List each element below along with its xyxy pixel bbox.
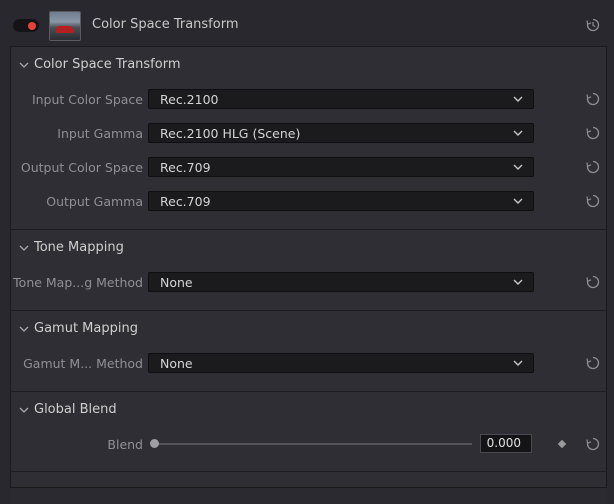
node-title: Color Space Transform xyxy=(92,17,239,32)
chevron-down-icon xyxy=(513,164,523,170)
section-title-text: Tone Mapping xyxy=(34,240,124,255)
panel-footer xyxy=(10,488,607,504)
output-color-space-label: Output Color Space xyxy=(20,160,143,175)
node-thumbnail xyxy=(49,11,81,41)
input-color-space-reset-icon[interactable] xyxy=(586,92,600,106)
blend-reset-icon[interactable] xyxy=(586,437,600,451)
section-divider xyxy=(10,310,607,311)
input-gamma-dropdown[interactable]: Rec.2100 HLG (Scene) xyxy=(148,123,534,143)
header-reset-icon[interactable] xyxy=(586,18,600,32)
input-color-space-label: Input Color Space xyxy=(31,92,143,107)
section-gamut-mapping[interactable]: Gamut Mapping xyxy=(19,321,138,336)
gamut-mapping-reset-icon[interactable] xyxy=(586,356,600,370)
chevron-down-icon xyxy=(513,96,523,102)
enable-toggle[interactable] xyxy=(13,19,39,32)
chevron-down-icon xyxy=(513,130,523,136)
dropdown-value: Rec.709 xyxy=(160,194,211,209)
chevron-down-icon xyxy=(513,279,523,285)
section-divider xyxy=(10,471,607,472)
chevron-down-icon xyxy=(19,62,29,68)
output-gamma-label: Output Gamma xyxy=(46,194,143,209)
output-gamma-dropdown[interactable]: Rec.709 xyxy=(148,191,534,211)
blend-slider-handle[interactable] xyxy=(150,439,159,448)
input-gamma-reset-icon[interactable] xyxy=(586,126,600,140)
dropdown-value: Rec.2100 HLG (Scene) xyxy=(160,126,301,141)
dropdown-value: Rec.2100 xyxy=(160,92,219,107)
blend-label: Blend xyxy=(107,437,143,452)
tone-mapping-method-dropdown[interactable]: None xyxy=(148,272,534,292)
toggle-indicator xyxy=(28,21,36,30)
input-gamma-label: Input Gamma xyxy=(57,126,143,141)
dropdown-value: None xyxy=(160,356,193,371)
section-divider xyxy=(10,391,607,392)
section-title-text: Gamut Mapping xyxy=(34,321,138,336)
section-color-space-transform[interactable]: Color Space Transform xyxy=(19,57,181,72)
chevron-down-icon xyxy=(19,245,29,251)
chevron-down-icon xyxy=(19,407,29,413)
dropdown-value: Rec.709 xyxy=(160,160,211,175)
blend-slider-track[interactable] xyxy=(154,443,472,445)
section-title-text: Global Blend xyxy=(34,402,117,417)
settings-panel xyxy=(10,46,607,488)
blend-value-field[interactable]: 0.000 xyxy=(480,434,532,453)
tone-mapping-method-label: Tone Map...g Method xyxy=(13,275,143,290)
node-header: Color Space Transform xyxy=(0,0,614,46)
chevron-down-icon xyxy=(513,360,523,366)
dropdown-value: None xyxy=(160,275,193,290)
output-color-space-reset-icon[interactable] xyxy=(586,160,600,174)
gamut-mapping-method-dropdown[interactable]: None xyxy=(148,353,534,373)
tone-mapping-reset-icon[interactable] xyxy=(586,275,600,289)
chevron-down-icon xyxy=(19,326,29,332)
gamut-mapping-method-label: Gamut M... Method xyxy=(23,356,143,371)
input-color-space-dropdown[interactable]: Rec.2100 xyxy=(148,89,534,109)
output-color-space-dropdown[interactable]: Rec.709 xyxy=(148,157,534,177)
output-gamma-reset-icon[interactable] xyxy=(586,194,600,208)
chevron-down-icon xyxy=(513,198,523,204)
section-divider xyxy=(10,229,607,230)
section-global-blend[interactable]: Global Blend xyxy=(19,402,117,417)
section-title-text: Color Space Transform xyxy=(34,57,181,72)
section-tone-mapping[interactable]: Tone Mapping xyxy=(19,240,124,255)
